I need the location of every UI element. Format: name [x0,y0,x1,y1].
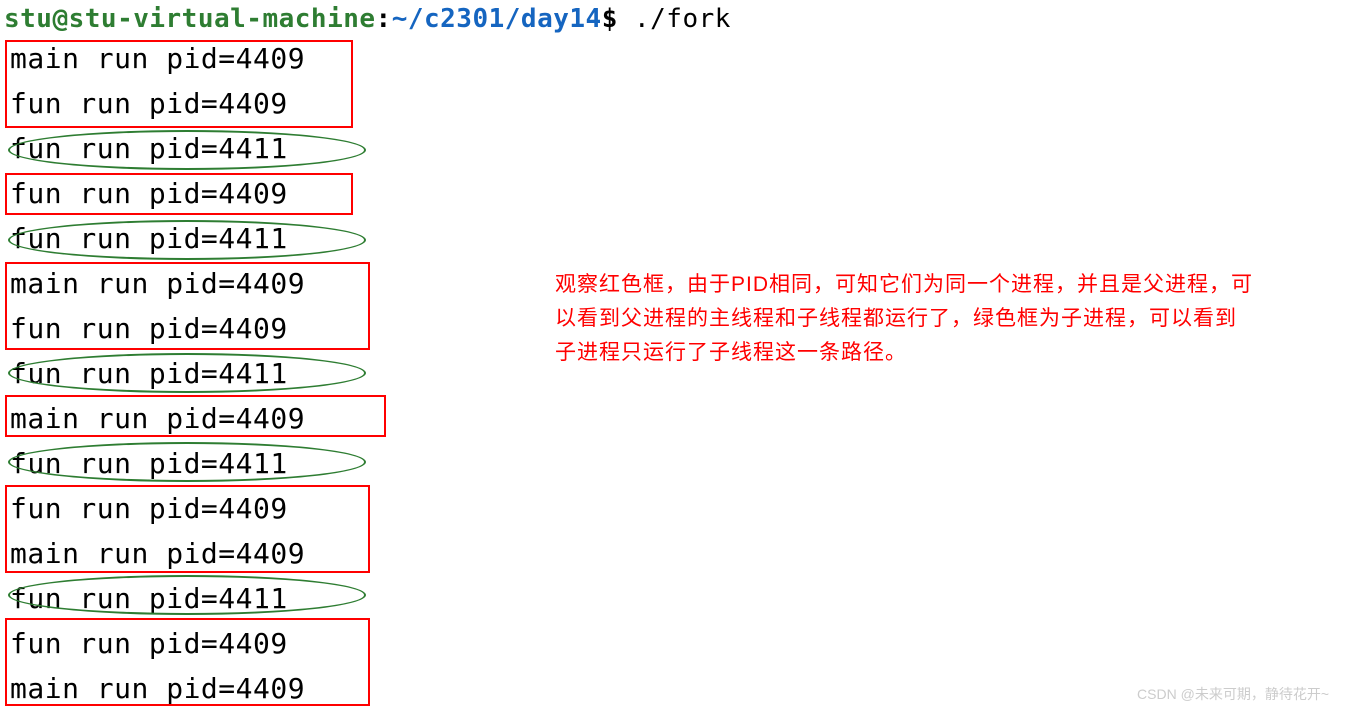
output-line: fun run pid=4409 [4,171,1343,216]
command-text: ./fork [618,4,731,34]
output-line: fun run pid=4411 [4,216,1343,261]
output-line: fun run pid=4411 [4,576,1343,621]
annotation-line: 子进程只运行了子线程这一条路径。 [555,336,1325,370]
prompt-symbol: $ [602,4,618,34]
prompt-line: stu@stu-virtual-machine:~/c2301/day14$ .… [4,4,1343,34]
output-line: main run pid=4409 [4,36,1343,81]
output-line: fun run pid=4411 [4,126,1343,171]
output-line: fun run pid=4409 [4,621,1343,666]
annotation-line: 以看到父进程的主线程和子线程都运行了，绿色框为子进程，可以看到 [555,302,1325,336]
watermark: CSDN @未来可期，静待花开~ [1137,684,1329,704]
separator-colon: : [376,4,392,34]
output-line: fun run pid=4409 [4,486,1343,531]
output-line: main run pid=4409 [4,531,1343,576]
output-container: main run pid=4409 fun run pid=4409 fun r… [4,36,1343,711]
user-host: stu@stu-virtual-machine [4,4,376,34]
annotation-text: 观察红色框，由于PID相同，可知它们为同一个进程，并且是父进程，可 以看到父进程… [555,268,1325,370]
annotation-line: 观察红色框，由于PID相同，可知它们为同一个进程，并且是父进程，可 [555,268,1325,302]
output-line: fun run pid=4411 [4,441,1343,486]
output-line: main run pid=4409 [4,396,1343,441]
output-line: fun run pid=4409 [4,81,1343,126]
current-path: ~/c2301/day14 [392,4,602,34]
